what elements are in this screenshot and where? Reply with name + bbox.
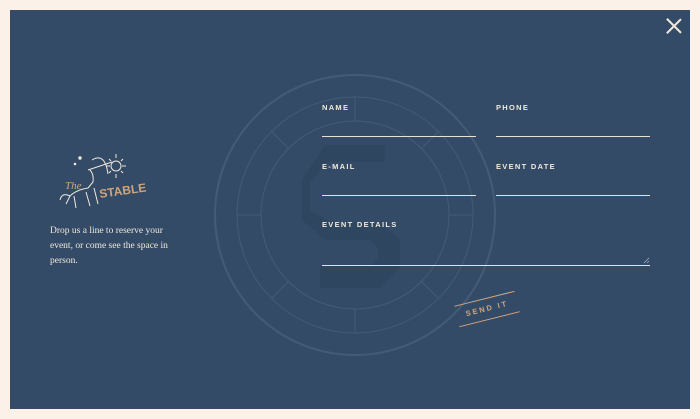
name-underline	[322, 136, 476, 137]
name-input[interactable]	[322, 117, 476, 133]
resize-handle-icon[interactable]	[643, 257, 650, 264]
phone-field: PHONE	[496, 103, 650, 137]
name-field: NAME	[322, 103, 476, 137]
email-underline	[322, 195, 476, 196]
contact-modal: The STABLE Drop us a line to reserve you…	[10, 10, 690, 409]
event-details-field: EVENT DETAILS	[322, 220, 650, 266]
name-label: NAME	[322, 103, 350, 112]
logo-word-stable: STABLE	[98, 181, 147, 201]
event-date-field: EVENT DATE	[496, 162, 650, 196]
logo-word-the: The	[65, 180, 82, 192]
email-field: E-MAIL	[322, 162, 476, 196]
event-date-underline	[496, 195, 650, 196]
phone-label: PHONE	[496, 103, 530, 112]
event-details-textarea[interactable]	[322, 234, 650, 262]
event-date-label: EVENT DATE	[496, 162, 556, 171]
intro-text: Drop us a line to reserve your event, or…	[50, 226, 168, 266]
archer-centaur-logo-icon: The STABLE	[59, 154, 147, 209]
phone-input[interactable]	[496, 117, 650, 133]
phone-underline	[496, 136, 650, 137]
event-details-label: EVENT DETAILS	[322, 220, 398, 229]
email-label: E-MAIL	[322, 162, 356, 171]
close-icon[interactable]	[666, 18, 682, 34]
event-details-underline	[322, 265, 650, 266]
event-date-input[interactable]	[496, 176, 650, 192]
email-input[interactable]	[322, 176, 476, 192]
